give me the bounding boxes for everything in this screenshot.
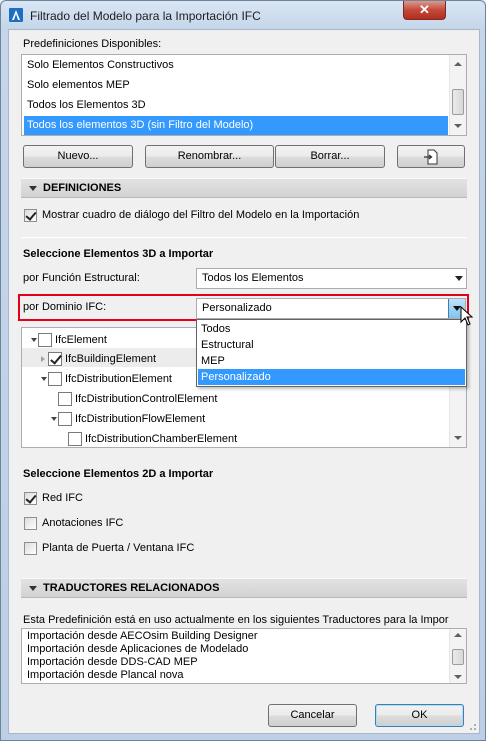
- dropdown-option[interactable]: Estructural: [198, 337, 465, 353]
- translators-header[interactable]: TRADUCTORES RELACIONADOS: [21, 578, 467, 598]
- new-preset-button[interactable]: Nuevo...: [23, 145, 133, 168]
- ifc-annotations-label: Anotaciones IFC: [42, 517, 124, 529]
- mouse-cursor-icon: [460, 306, 474, 326]
- door-window-plan-checkbox[interactable]: [24, 542, 37, 555]
- preset-item[interactable]: Todos los Elementos 3D: [24, 96, 448, 115]
- translators-list[interactable]: Importación desde AECOsim Building Desig…: [21, 628, 467, 684]
- scroll-down-icon[interactable]: [454, 675, 462, 679]
- ifc-domain-label: por Dominio IFC:: [23, 301, 107, 313]
- delete-preset-button[interactable]: Borrar...: [275, 145, 385, 168]
- scroll-up-icon[interactable]: [454, 62, 462, 66]
- preset-item[interactable]: Solo Elementos Constructivos: [24, 56, 448, 75]
- tree-checkbox[interactable]: [68, 432, 82, 446]
- dropdown-option[interactable]: Todos: [198, 321, 465, 337]
- ifc-grid-checkbox[interactable]: [24, 492, 37, 505]
- scroll-up-icon[interactable]: [454, 633, 462, 637]
- scroll-down-icon[interactable]: [454, 436, 462, 440]
- structural-function-select[interactable]: Todos los Elementos: [196, 268, 467, 289]
- preset-item[interactable]: Solo elementos MEP: [24, 76, 448, 95]
- structural-function-label: por Función Estructural:: [23, 272, 140, 284]
- translator-item: Importación desde Plancal nova: [27, 669, 184, 681]
- translator-item: Importación desde AECOsim Building Desig…: [27, 630, 258, 642]
- scroll-thumb[interactable]: [452, 89, 464, 115]
- preset-item-selected[interactable]: Todos los elementos 3D (sin Filtro del M…: [24, 116, 448, 135]
- collapse-triangle-icon: [29, 586, 37, 591]
- scroll-thumb[interactable]: [452, 649, 464, 665]
- presets-scrollbar[interactable]: [449, 55, 466, 135]
- chevron-down-icon: [455, 276, 463, 281]
- expand-closed-icon[interactable]: [41, 356, 45, 362]
- ifc-domain-value: Personalizado: [202, 302, 272, 314]
- rename-preset-button[interactable]: Renombrar...: [145, 145, 274, 168]
- show-dialog-checkbox[interactable]: [24, 209, 37, 222]
- expand-open-icon[interactable]: [51, 417, 57, 421]
- close-button[interactable]: ✕: [403, 1, 446, 20]
- expand-open-icon[interactable]: [41, 377, 47, 381]
- tree-item[interactable]: IfcDistributionControlElement: [22, 389, 442, 409]
- tree-item-label: IfcDistributionControlElement: [75, 393, 218, 405]
- ifc-grid-label: Red IFC: [42, 492, 83, 504]
- tree-checkbox[interactable]: [58, 392, 72, 406]
- divider: [21, 237, 467, 238]
- ifc-annotations-checkbox[interactable]: [24, 517, 37, 530]
- presets-list[interactable]: Solo Elementos Constructivos Solo elemen…: [21, 54, 467, 136]
- tree-checkbox[interactable]: [38, 333, 52, 347]
- dropdown-option[interactable]: MEP: [198, 353, 465, 369]
- tree-checkbox[interactable]: [48, 372, 62, 386]
- title-bar[interactable]: Filtrado del Modelo para la Importación …: [1, 1, 485, 29]
- show-dialog-label: Mostrar cuadro de diálogo del Filtro del…: [42, 209, 360, 221]
- cancel-button[interactable]: Cancelar: [268, 704, 357, 727]
- translator-item: Importación desde DDS-CAD MEP: [27, 656, 198, 668]
- expand-open-icon[interactable]: [31, 338, 37, 342]
- translators-title: TRADUCTORES RELACIONADOS: [43, 582, 220, 594]
- elements2d-heading: Seleccione Elementos 2D a Importar: [23, 468, 214, 480]
- dialog-body: Predefiniciones Disponibles: Solo Elemen…: [8, 29, 480, 734]
- tree-item-label: IfcDistributionChamberElement: [85, 433, 238, 445]
- tree-checkbox[interactable]: [58, 412, 72, 426]
- door-window-plan-label: Planta de Puerta / Ventana IFC: [42, 542, 195, 554]
- translators-intro: Esta Predefinición está en uso actualmen…: [23, 614, 449, 626]
- dropdown-option-selected[interactable]: Personalizado: [198, 369, 465, 385]
- archicad-app-icon: [9, 8, 23, 22]
- elements3d-heading: Seleccione Elementos 3D a Importar: [23, 248, 214, 260]
- window-title: Filtrado del Modelo para la Importación …: [30, 9, 261, 23]
- translator-item: Importación desde Aplicaciones de Modela…: [27, 643, 249, 655]
- tree-checkbox[interactable]: [48, 352, 62, 366]
- structural-function-value: Todos los Elementos: [202, 272, 304, 284]
- export-preset-button[interactable]: [397, 145, 465, 168]
- tree-item[interactable]: IfcDistributionFlowElement: [22, 409, 442, 429]
- ifc-domain-select[interactable]: Personalizado: [196, 298, 466, 319]
- presets-label: Predefiniciones Disponibles:: [23, 38, 162, 50]
- ok-button[interactable]: OK: [375, 704, 464, 727]
- scroll-down-icon[interactable]: [454, 124, 462, 128]
- tree-item-label: IfcBuildingElement: [65, 353, 157, 365]
- translators-scrollbar[interactable]: [449, 629, 466, 683]
- tree-item-label: IfcDistributionFlowElement: [75, 413, 206, 425]
- definitions-title: DEFINICIONES: [43, 182, 122, 194]
- dialog-window: Filtrado del Modelo para la Importación …: [0, 0, 486, 741]
- collapse-triangle-icon: [29, 186, 37, 191]
- resize-grip-icon[interactable]: [467, 721, 477, 731]
- tree-item-label: IfcDistributionElement: [65, 373, 172, 385]
- tree-item[interactable]: IfcDistributionChamberElement: [22, 429, 442, 447]
- export-file-icon: [424, 149, 438, 165]
- ifc-domain-dropdown-list[interactable]: Todos Estructural MEP Personalizado: [196, 319, 467, 387]
- tree-item-label: IfcElement: [55, 334, 107, 346]
- definitions-header[interactable]: DEFINICIONES: [21, 178, 467, 198]
